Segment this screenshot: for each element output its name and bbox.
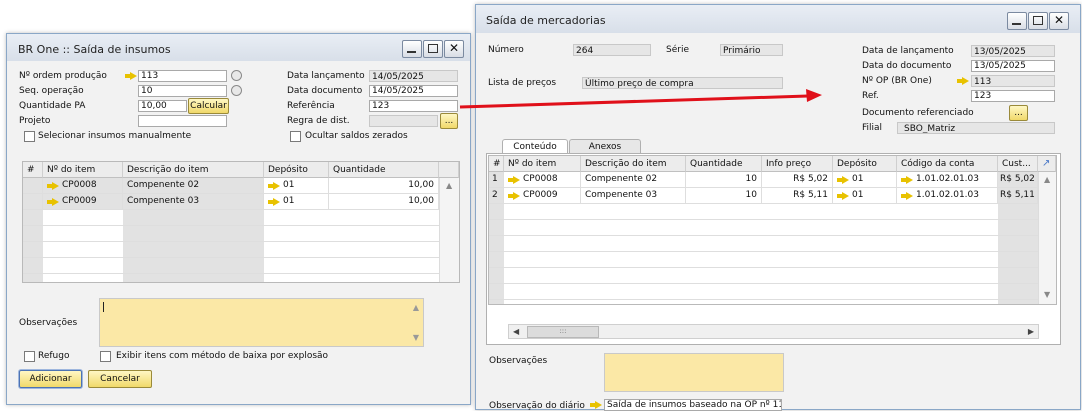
annotation-arrow (459, 89, 822, 109)
annotation-arrow-line (459, 94, 809, 109)
annotation-arrowhead-icon (806, 89, 822, 102)
